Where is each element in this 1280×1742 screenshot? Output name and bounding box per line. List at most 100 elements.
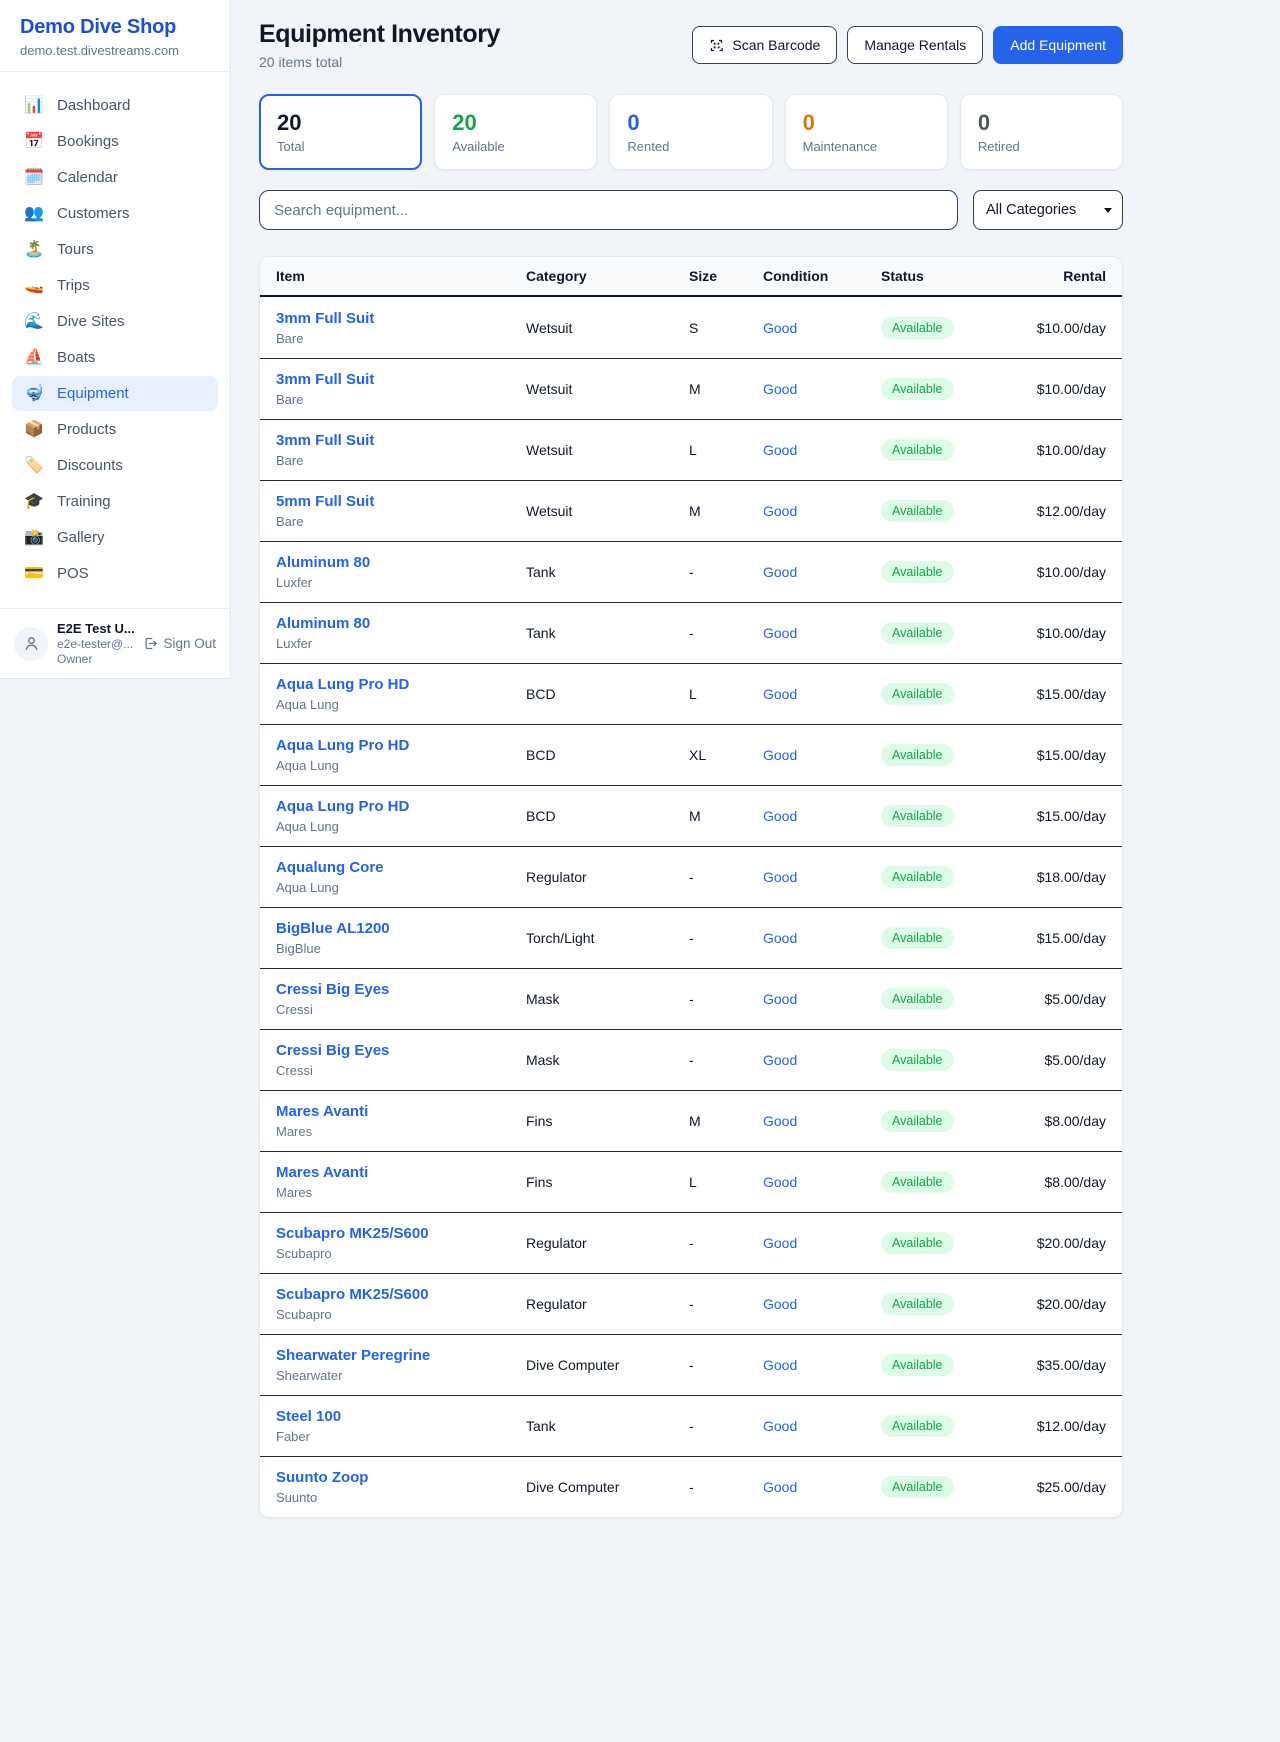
item-name-link[interactable]: Scubapro MK25/S600: [276, 1286, 429, 1303]
item-name-link[interactable]: Aluminum 80: [276, 554, 370, 571]
item-brand: Cressi: [276, 1002, 526, 1017]
condition-link[interactable]: Good: [763, 442, 797, 458]
column-header-condition: Condition: [763, 268, 881, 284]
condition-link[interactable]: Good: [763, 1113, 797, 1129]
condition-link[interactable]: Good: [763, 381, 797, 397]
item-name-link[interactable]: Aqua Lung Pro HD: [276, 798, 409, 815]
item-name-link[interactable]: 3mm Full Suit: [276, 371, 374, 388]
item-category: Regulator: [526, 1296, 689, 1312]
stat-label: Retired: [978, 139, 1105, 154]
item-cell: Suunto Zoop Suunto: [276, 1469, 526, 1505]
condition-link[interactable]: Good: [763, 1235, 797, 1251]
condition-link[interactable]: Good: [763, 625, 797, 641]
status-cell: Available: [881, 988, 1031, 1010]
sidebar-item-discounts[interactable]: 🏷️ Discounts: [12, 448, 218, 483]
item-brand: Aqua Lung: [276, 758, 526, 773]
condition-link[interactable]: Good: [763, 1418, 797, 1434]
item-name-link[interactable]: Suunto Zoop: [276, 1469, 368, 1486]
item-name-link[interactable]: Mares Avanti: [276, 1164, 368, 1181]
sidebar-item-dive-sites[interactable]: 🌊 Dive Sites: [12, 304, 218, 339]
item-name-link[interactable]: 3mm Full Suit: [276, 432, 374, 449]
item-name-link[interactable]: Aluminum 80: [276, 615, 370, 632]
item-name-link[interactable]: 5mm Full Suit: [276, 493, 374, 510]
sidebar-item-trips[interactable]: 🚤 Trips: [12, 268, 218, 303]
condition-link[interactable]: Good: [763, 1052, 797, 1068]
sidebar-item-dashboard[interactable]: 📊 Dashboard: [12, 88, 218, 123]
item-size: -: [689, 1418, 763, 1434]
status-cell: Available: [881, 1354, 1031, 1376]
stat-card-total[interactable]: 20 Total: [259, 94, 422, 170]
nav-label: Gallery: [57, 529, 105, 546]
stat-card-maintenance[interactable]: 0 Maintenance: [785, 94, 948, 170]
stat-card-available[interactable]: 20 Available: [434, 94, 597, 170]
sidebar-item-bookings[interactable]: 📅 Bookings: [12, 124, 218, 159]
brand-domain: demo.test.divestreams.com: [20, 43, 210, 58]
table-header-row: Item Category Size Condition Status Rent…: [260, 257, 1122, 297]
user-info: E2E Test U... e2e-tester@... Owner: [57, 621, 134, 666]
condition-link[interactable]: Good: [763, 1174, 797, 1190]
item-brand: Bare: [276, 331, 526, 346]
stat-card-retired[interactable]: 0 Retired: [960, 94, 1123, 170]
sidebar-item-tours[interactable]: 🏝️ Tours: [12, 232, 218, 267]
item-name-link[interactable]: Aqualung Core: [276, 859, 384, 876]
item-name-link[interactable]: BigBlue AL1200: [276, 920, 390, 937]
sidebar-nav: 📊 Dashboard 📅 Bookings 🗓️ Calendar 👥 Cus…: [0, 72, 230, 602]
scan-barcode-button[interactable]: Scan Barcode: [692, 26, 837, 64]
item-cell: Scubapro MK25/S600 Scubapro: [276, 1225, 526, 1261]
condition-link[interactable]: Good: [763, 564, 797, 580]
condition-link[interactable]: Good: [763, 1479, 797, 1495]
sidebar-item-customers[interactable]: 👥 Customers: [12, 196, 218, 231]
item-name-link[interactable]: Mares Avanti: [276, 1103, 368, 1120]
item-size: M: [689, 503, 763, 519]
add-equipment-button[interactable]: Add Equipment: [993, 26, 1123, 64]
item-name-link[interactable]: Scubapro MK25/S600: [276, 1225, 429, 1242]
stat-card-rented[interactable]: 0 Rented: [609, 94, 772, 170]
item-brand: Luxfer: [276, 575, 526, 590]
item-name-link[interactable]: Aqua Lung Pro HD: [276, 676, 409, 693]
diving-mask-icon: 🤿: [24, 386, 44, 402]
sidebar-item-training[interactable]: 🎓 Training: [12, 484, 218, 519]
condition-link[interactable]: Good: [763, 808, 797, 824]
sidebar-item-pos[interactable]: 💳 POS: [12, 556, 218, 591]
item-category: Wetsuit: [526, 503, 689, 519]
sidebar-item-calendar[interactable]: 🗓️ Calendar: [12, 160, 218, 195]
condition-link[interactable]: Good: [763, 686, 797, 702]
condition-link[interactable]: Good: [763, 869, 797, 885]
status-cell: Available: [881, 561, 1031, 583]
stat-value: 20: [452, 110, 579, 136]
item-rental: $15.00/day: [1031, 930, 1106, 946]
sidebar-item-products[interactable]: 📦 Products: [12, 412, 218, 447]
item-size: L: [689, 1174, 763, 1190]
item-name-link[interactable]: Cressi Big Eyes: [276, 1042, 389, 1059]
sidebar-item-gallery[interactable]: 📸 Gallery: [12, 520, 218, 555]
search-input[interactable]: [259, 190, 958, 230]
nav-label: POS: [57, 565, 89, 582]
user-role: Owner: [57, 652, 134, 666]
brand-name[interactable]: Demo Dive Shop: [20, 16, 210, 39]
item-brand: Aqua Lung: [276, 880, 526, 895]
add-equipment-label: Add Equipment: [1010, 37, 1106, 53]
condition-link[interactable]: Good: [763, 503, 797, 519]
item-name-link[interactable]: Steel 100: [276, 1408, 341, 1425]
stat-label: Total: [277, 139, 404, 154]
item-brand: Aqua Lung: [276, 697, 526, 712]
status-badge: Available: [881, 561, 954, 583]
sign-out-button[interactable]: Sign Out: [143, 636, 216, 651]
item-category: Tank: [526, 625, 689, 641]
item-cell: Mares Avanti Mares: [276, 1164, 526, 1200]
condition-link[interactable]: Good: [763, 930, 797, 946]
sidebar-item-boats[interactable]: ⛵ Boats: [12, 340, 218, 375]
item-name-link[interactable]: Shearwater Peregrine: [276, 1347, 430, 1364]
manage-rentals-button[interactable]: Manage Rentals: [847, 26, 983, 64]
item-name-link[interactable]: 3mm Full Suit: [276, 310, 374, 327]
condition-link[interactable]: Good: [763, 320, 797, 336]
item-name-link[interactable]: Cressi Big Eyes: [276, 981, 389, 998]
condition-link[interactable]: Good: [763, 747, 797, 763]
item-name-link[interactable]: Aqua Lung Pro HD: [276, 737, 409, 754]
condition-link[interactable]: Good: [763, 1357, 797, 1373]
condition-link[interactable]: Good: [763, 991, 797, 1007]
sidebar-item-equipment[interactable]: 🤿 Equipment: [12, 376, 218, 411]
condition-link[interactable]: Good: [763, 1296, 797, 1312]
nav-label: Discounts: [57, 457, 123, 474]
category-select[interactable]: All Categories: [973, 190, 1123, 230]
